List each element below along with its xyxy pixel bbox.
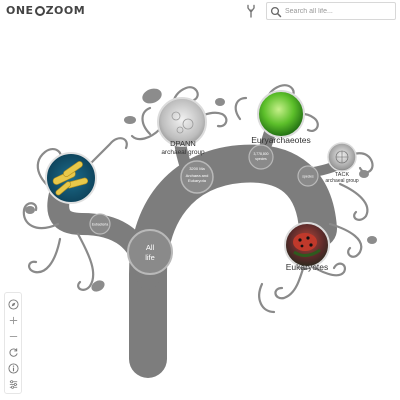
reset-icon [8,347,18,357]
search-box[interactable] [266,2,396,20]
clade-tack-subtitle: archaeal group [325,178,359,184]
zoom-in-icon [9,316,17,324]
compass-icon [7,298,19,310]
node-species-count: 3,778,800 [253,152,268,156]
node-species-label: species [255,157,267,161]
settings-icon [9,379,17,389]
node-eubacteria-label: Eubacteria [92,223,108,227]
root-label-line2: life [145,253,155,262]
search-icon [270,6,282,18]
clade-eukaryotes-name: Eukaryotes [286,262,329,272]
logo-text-left: ONE [6,4,34,17]
node-archaea-eukaryota[interactable]: 3200 Ma Archaea and Eukaryota [180,160,214,194]
top-bar: ONE ZOOM [0,0,400,24]
node-tack-small[interactable]: species [297,165,319,187]
bacteria-image-node[interactable] [45,152,97,204]
info-button[interactable] [6,361,20,375]
node-eubacteria[interactable]: Eubacteria [89,213,111,235]
clade-dpann-name: DPANN [170,139,196,148]
root-node-all-life[interactable]: All life [127,229,173,275]
clade-euryarchaeotes[interactable]: Euryarchaeotes [251,90,311,145]
tree-icon [247,4,255,18]
node-euryarchaeotes-small[interactable]: 3,778,800 species [248,144,274,170]
map-controls [4,292,22,394]
node-age-label: 3200 Ma [189,166,205,171]
tack-texture [335,150,349,164]
clade-dpann[interactable]: DPANN archaeal group [157,97,207,156]
zoom-out-icon [9,335,17,337]
logo-zoom-icon [34,5,45,16]
node-tack-species-label: species [302,175,314,179]
tree-of-life-canvas[interactable]: All life 3200 Ma Archaea and Eukaryota E… [0,24,400,400]
tree-view-toggle-button[interactable] [244,4,258,18]
logo-text-right: ZOOM [45,4,86,17]
clade-eukaryotes[interactable]: Eukaryotes [284,222,330,272]
clade-dpann-subtitle: archaeal group [161,149,205,156]
node-name-line2: Eukaryota [188,178,207,183]
zoom-out-button[interactable] [6,329,20,343]
settings-button[interactable] [6,377,20,391]
root-label-line1: All [146,243,155,252]
onezoom-logo[interactable]: ONE ZOOM [6,4,85,17]
reset-view-button[interactable] [6,345,20,359]
clade-euryarchaeotes-name: Euryarchaeotes [251,135,311,145]
zoom-in-button[interactable] [6,313,20,327]
info-icon [7,362,19,374]
clade-tack[interactable]: TACK archaeal group [325,142,359,184]
search-input[interactable] [285,4,390,18]
compass-button[interactable] [6,297,20,311]
